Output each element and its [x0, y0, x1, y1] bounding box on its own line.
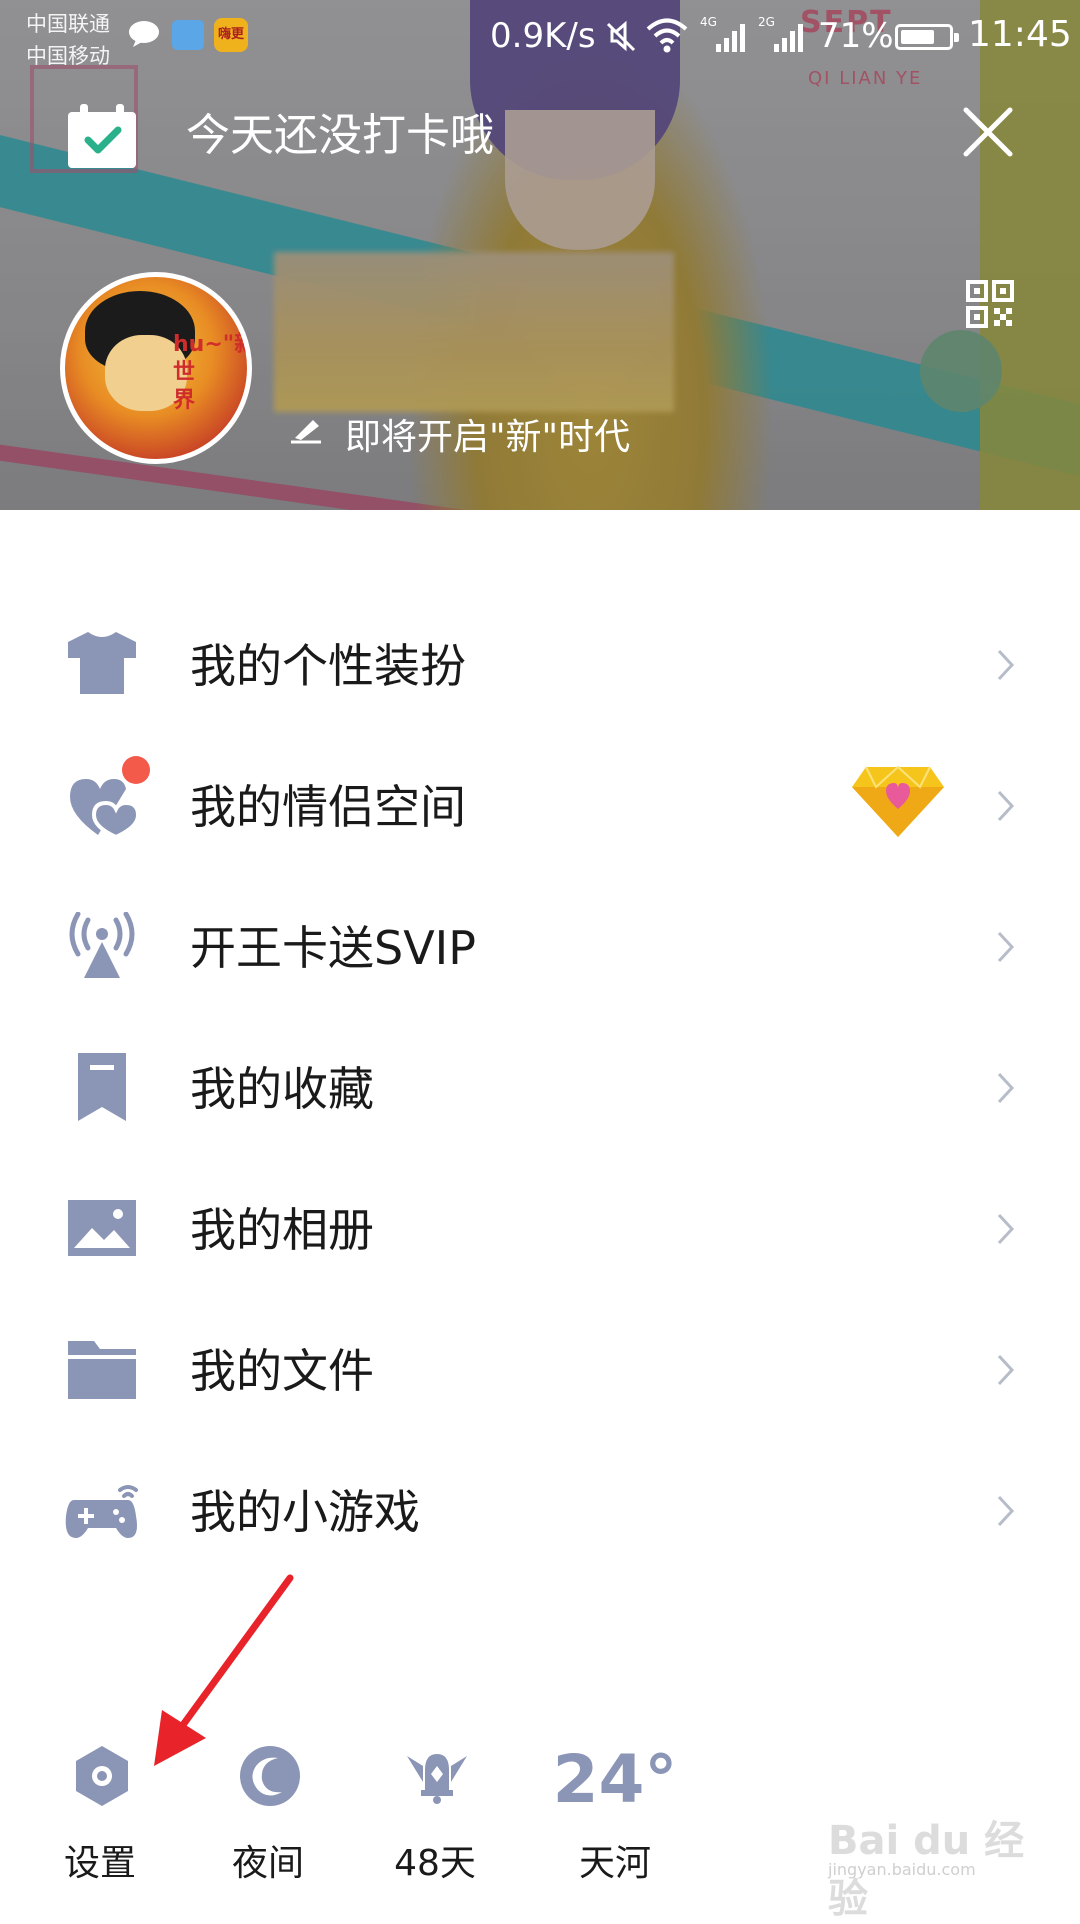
- wifi-icon: [646, 18, 688, 53]
- shirt-icon: [68, 632, 136, 694]
- night-label: 夜间: [231, 1843, 304, 1884]
- profile-signature[interactable]: 即将开启"新"时代: [345, 408, 630, 460]
- battery-fill: [901, 30, 934, 44]
- menu-item-decoration[interactable]: 我的个性装扮: [0, 594, 1080, 735]
- baidu-watermark: Bai du 经验 jingyan.baidu.com: [828, 1808, 1028, 1922]
- chevron-right-icon: [997, 1213, 1015, 1245]
- gamepad-icon: [65, 1485, 138, 1538]
- photo-icon: [68, 1200, 136, 1256]
- chevron-right-icon: [997, 790, 1015, 822]
- status-bar: 中国联通 中国移动 嗨更 0.9K/s 4G 2G 71% 11:45: [0, 0, 1080, 74]
- avatar-caption: hu~"新" 世 界: [173, 332, 247, 413]
- menu-item-label: 开王卡送SVIP: [190, 921, 476, 975]
- menu-item-files[interactable]: 我的文件: [0, 1299, 1080, 1440]
- carrier-label: 中国联通: [26, 12, 110, 36]
- weather-city: 天河: [578, 1843, 651, 1884]
- bookmark-icon: [78, 1053, 126, 1121]
- menu-item-favorites[interactable]: 我的收藏: [0, 1017, 1080, 1158]
- signal-4g-icon: 4G: [700, 15, 745, 52]
- red-arrow-annotation: [154, 1574, 294, 1766]
- menu-item-label: 我的收藏: [190, 1062, 374, 1116]
- diamond-icon: [852, 765, 944, 837]
- notification-dot: [122, 756, 150, 784]
- watermark-url: jingyan.baidu.com: [828, 1860, 976, 1879]
- menu-item-king-card[interactable]: 开王卡送SVIP: [0, 876, 1080, 1017]
- signature-pen-icon: [291, 420, 321, 444]
- chevron-right-icon: [997, 1072, 1015, 1104]
- status-time: 11:45: [968, 14, 1072, 55]
- battery-percent: 71%: [818, 16, 894, 56]
- mute-icon: [606, 20, 636, 52]
- menu-item-label: 我的相册: [190, 1203, 374, 1257]
- settings-label: 设置: [63, 1843, 136, 1884]
- net-speed: 0.9K/s: [490, 16, 596, 56]
- weather-temperature: 24°: [552, 1741, 678, 1818]
- settings-gear-icon: [76, 1746, 128, 1806]
- checkin-days-button[interactable]: 48天: [375, 1730, 495, 1890]
- menu-item-label: 我的文件: [190, 1344, 374, 1398]
- avatar[interactable]: hu~"新" 世 界: [60, 272, 252, 464]
- folder-icon: [68, 1341, 136, 1399]
- menu-item-label: 我的个性装扮: [190, 639, 466, 693]
- wallet-app-icon: [172, 20, 204, 50]
- menu-item-label: 我的小游戏: [190, 1485, 420, 1539]
- winged-bell-icon: [407, 1754, 467, 1804]
- signal-2g-label: 2G: [758, 15, 775, 29]
- chevron-right-icon: [997, 1354, 1015, 1386]
- signal-2g-icon: 2G: [758, 15, 803, 52]
- antenna-icon: [69, 912, 135, 978]
- checkin-prompt[interactable]: 今天还没打卡哦: [186, 104, 494, 168]
- battery-icon: [895, 24, 959, 50]
- qr-code-icon[interactable]: [966, 280, 1014, 328]
- app-notification-icon: 嗨更: [214, 18, 248, 52]
- menu-item-album[interactable]: 我的相册: [0, 1158, 1080, 1299]
- checkin-days-label: 48天: [394, 1843, 476, 1884]
- carrier-label: 中国移动: [26, 44, 110, 68]
- menu-list: 我的个性装扮 我的情侣空间 开王卡送SVIP 我的收藏 我的相册 我的文件 我的…: [0, 594, 1080, 1581]
- signal-4g-label: 4G: [700, 15, 717, 29]
- menu-item-label: 我的情侣空间: [190, 780, 466, 834]
- chat-bubble-icon: [129, 21, 159, 47]
- profile-header: SEPT QI LIAN YE 中国联通 中国移动 嗨更 0.9K/s 4G 2: [0, 0, 1080, 510]
- menu-item-mini-games[interactable]: 我的小游戏: [0, 1440, 1080, 1581]
- close-icon[interactable]: [958, 102, 1018, 162]
- chevron-right-icon: [997, 649, 1015, 681]
- chevron-right-icon: [997, 1495, 1015, 1527]
- weather-button[interactable]: 24° 天河: [545, 1730, 685, 1890]
- calendar-check-icon[interactable]: [66, 104, 138, 170]
- blurred-username: [274, 252, 674, 412]
- chevron-right-icon: [997, 931, 1015, 963]
